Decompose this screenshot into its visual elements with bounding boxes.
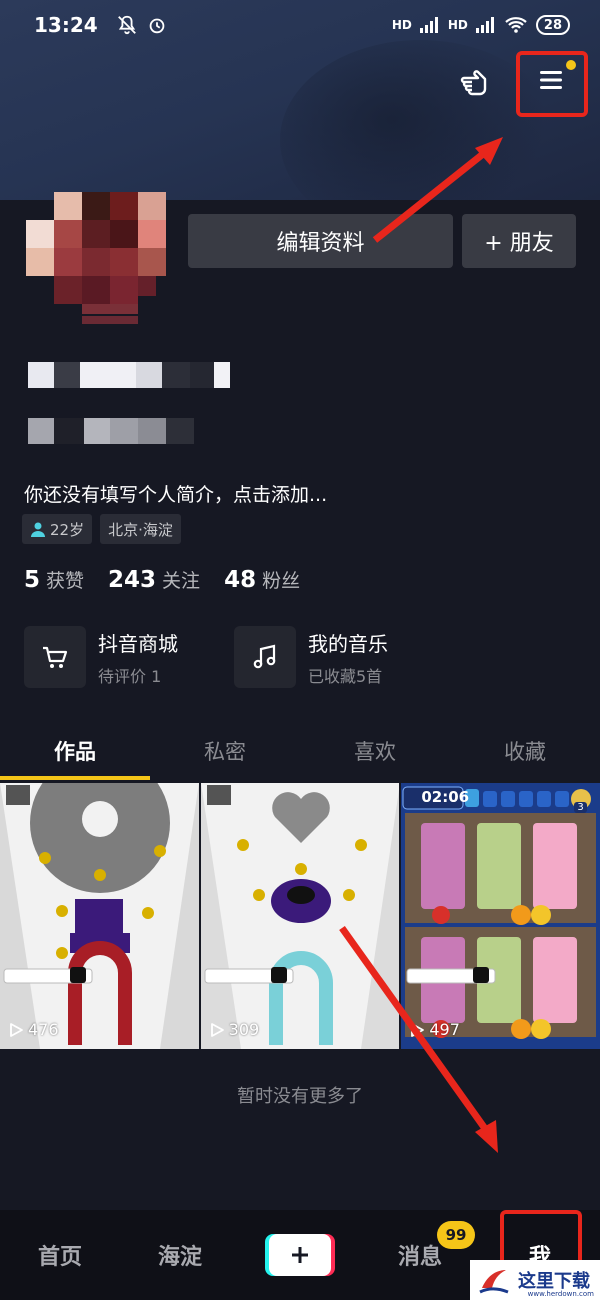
- network-label-2: HD: [447, 18, 468, 32]
- status-time: 13:24: [34, 13, 98, 37]
- signal-icon-2: [475, 17, 494, 33]
- video-views: 309: [209, 1020, 260, 1039]
- content-tabs: 作品 私密 喜欢 收藏: [0, 730, 600, 780]
- username-redacted: [28, 362, 230, 388]
- end-of-list-text: 暂时没有更多了: [237, 1086, 363, 1107]
- age-tag-label: 22岁: [50, 520, 85, 539]
- plus-icon: [292, 1247, 308, 1263]
- video-views-count: 309: [228, 1020, 260, 1039]
- video-views-count: 497: [429, 1020, 460, 1039]
- following-stat[interactable]: 243 关注: [108, 566, 200, 593]
- followers-stat[interactable]: 48 粉丝: [224, 566, 300, 593]
- alarm-icon: [149, 18, 165, 34]
- music-service[interactable]: 我的音乐 已收藏5首: [234, 626, 388, 688]
- tab-favorites[interactable]: 收藏: [450, 730, 600, 780]
- nav-home[interactable]: 首页: [0, 1239, 120, 1271]
- nav-local[interactable]: 海淀: [120, 1239, 240, 1271]
- game-screenshot-image: [200, 783, 400, 1049]
- watermark: 这里下载 www.herdown.com: [470, 1260, 600, 1300]
- avatar[interactable]: [26, 192, 168, 332]
- watermark-logo: [479, 1270, 509, 1294]
- following-label: 关注: [162, 570, 201, 592]
- play-icon: [210, 1022, 224, 1037]
- cart-icon: [24, 626, 86, 688]
- music-note-icon: [234, 626, 296, 688]
- video-grid: 476 309 02:06 3 497: [0, 783, 600, 1049]
- play-icon: [411, 1022, 425, 1037]
- video-views: 497: [409, 1020, 460, 1039]
- age-tag: 22岁: [22, 514, 93, 544]
- video-thumbnail[interactable]: 476: [0, 783, 199, 1049]
- mute-icon: [117, 15, 136, 35]
- likes-stat[interactable]: 5 获赞: [24, 566, 84, 593]
- tab-private[interactable]: 私密: [150, 730, 300, 780]
- wifi-icon: [505, 17, 527, 33]
- battery-indicator: 28: [535, 15, 570, 35]
- user-id-redacted: [28, 418, 194, 444]
- active-tab-indicator: [0, 776, 150, 780]
- shop-service[interactable]: 抖音商城 待评价 1: [24, 626, 178, 688]
- likes-count: 5: [24, 567, 41, 593]
- shop-title: 抖音商城: [98, 631, 178, 656]
- bio-text[interactable]: 你还没有填写个人简介，点击添加...: [24, 480, 327, 507]
- video-views-count: 476: [28, 1020, 59, 1039]
- annotation-highlight-box: [516, 51, 588, 117]
- signal-icon: [419, 17, 438, 33]
- following-count: 243: [108, 567, 157, 593]
- location-tag-label: 北京·海淀: [108, 520, 173, 539]
- add-friend-button[interactable]: + 朋友: [462, 214, 576, 268]
- followers-label: 粉丝: [262, 570, 301, 592]
- video-views: 476: [8, 1020, 59, 1039]
- tab-likes[interactable]: 喜欢: [300, 730, 450, 780]
- likes-label: 获赞: [46, 570, 85, 592]
- followers-count: 48: [224, 567, 257, 593]
- music-subtitle: 已收藏5首: [308, 666, 383, 686]
- video-thumbnail[interactable]: 309: [200, 783, 400, 1049]
- messages-badge: 99: [437, 1221, 475, 1249]
- play-icon: [10, 1022, 23, 1037]
- edit-profile-button[interactable]: 编辑资料: [188, 214, 453, 268]
- music-title: 我的音乐: [308, 631, 388, 656]
- puzzle-game-image: [401, 783, 600, 1049]
- status-bar: 13:24 HD HD 28: [0, 0, 600, 50]
- tab-works[interactable]: 作品: [0, 730, 150, 780]
- video-thumbnail[interactable]: 02:06 3 497: [401, 783, 600, 1049]
- person-icon: [31, 522, 45, 537]
- location-tag: 北京·海淀: [100, 514, 181, 544]
- nav-create[interactable]: [240, 1234, 360, 1276]
- hand-pointer-icon[interactable]: [456, 60, 496, 100]
- watermark-url: www.herdown.com: [527, 1290, 594, 1298]
- network-label-1: HD: [391, 18, 412, 32]
- create-plus-button[interactable]: [269, 1234, 331, 1276]
- shop-subtitle: 待评价 1: [98, 666, 162, 686]
- game-screenshot-image: [0, 783, 199, 1049]
- game-timer: 02:06: [421, 788, 470, 806]
- hint-count-badge: 3: [574, 802, 587, 813]
